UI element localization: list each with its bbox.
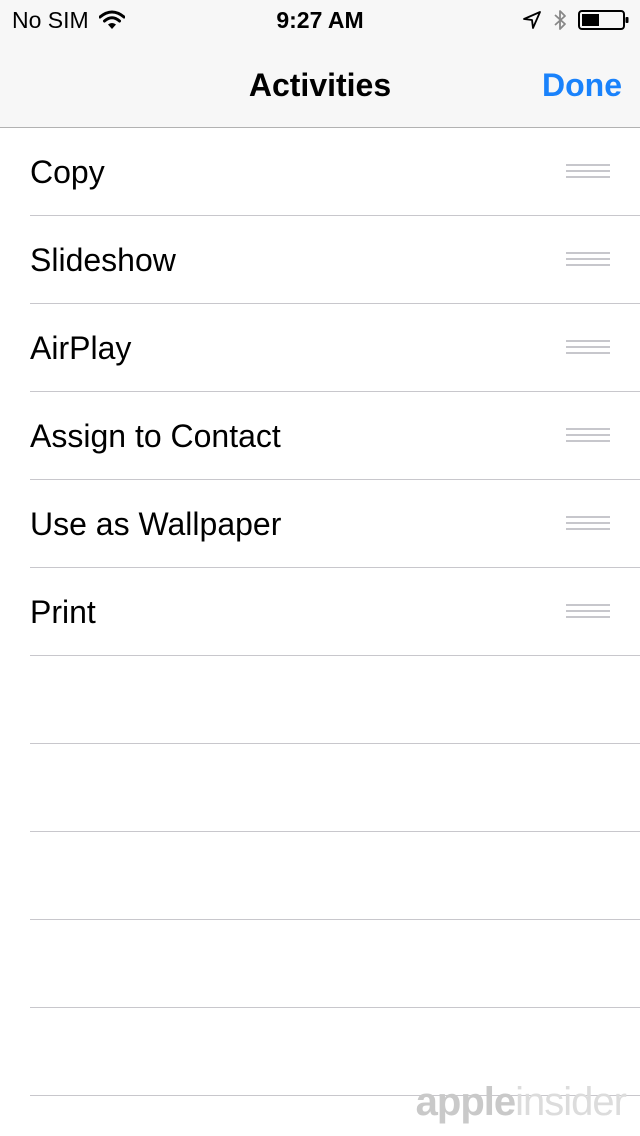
bluetooth-icon [554,10,566,30]
activity-row-copy[interactable]: Copy [0,128,640,216]
status-icons [522,8,630,32]
reorder-handle-icon[interactable] [566,604,610,620]
activity-row-slideshow[interactable]: Slideshow [0,216,640,304]
status-bar: No SIM 9:27 AM [0,0,640,40]
empty-row [0,832,640,920]
watermark-apple: apple [415,1080,516,1124]
empty-row [0,744,640,832]
empty-row [0,920,640,1008]
battery-icon [578,10,629,30]
reorder-handle-icon[interactable] [566,340,610,356]
reorder-handle-icon[interactable] [566,428,610,444]
screen: No SIM 9:27 AM Activities Done Copy Slid… [0,0,640,1136]
reorder-handle-icon[interactable] [566,516,610,532]
empty-row [0,656,640,744]
reorder-handle-icon[interactable] [566,252,610,268]
location-arrow-icon [523,11,541,29]
activity-row-assign-to-contact[interactable]: Assign to Contact [0,392,640,480]
activity-label: Slideshow [30,242,176,278]
appleinsider-watermark: appleinsider [415,1080,627,1124]
activity-row-airplay[interactable]: AirPlay [0,304,640,392]
top-bar: No SIM 9:27 AM Activities Done [0,0,640,128]
activity-label: Copy [30,154,105,190]
activity-label: Assign to Contact [30,418,281,454]
reorder-handle-icon[interactable] [566,164,610,180]
activity-row-print[interactable]: Print [0,568,640,656]
activity-label: AirPlay [30,330,132,366]
watermark-insider: insider [515,1080,627,1124]
activity-label: Use as Wallpaper [30,506,282,542]
activity-label: Print [30,594,96,630]
activity-row-use-as-wallpaper[interactable]: Use as Wallpaper [0,480,640,568]
done-button[interactable]: Done [542,66,622,104]
activity-list: Copy Slideshow AirPlay Assign to Contact… [0,128,640,1096]
